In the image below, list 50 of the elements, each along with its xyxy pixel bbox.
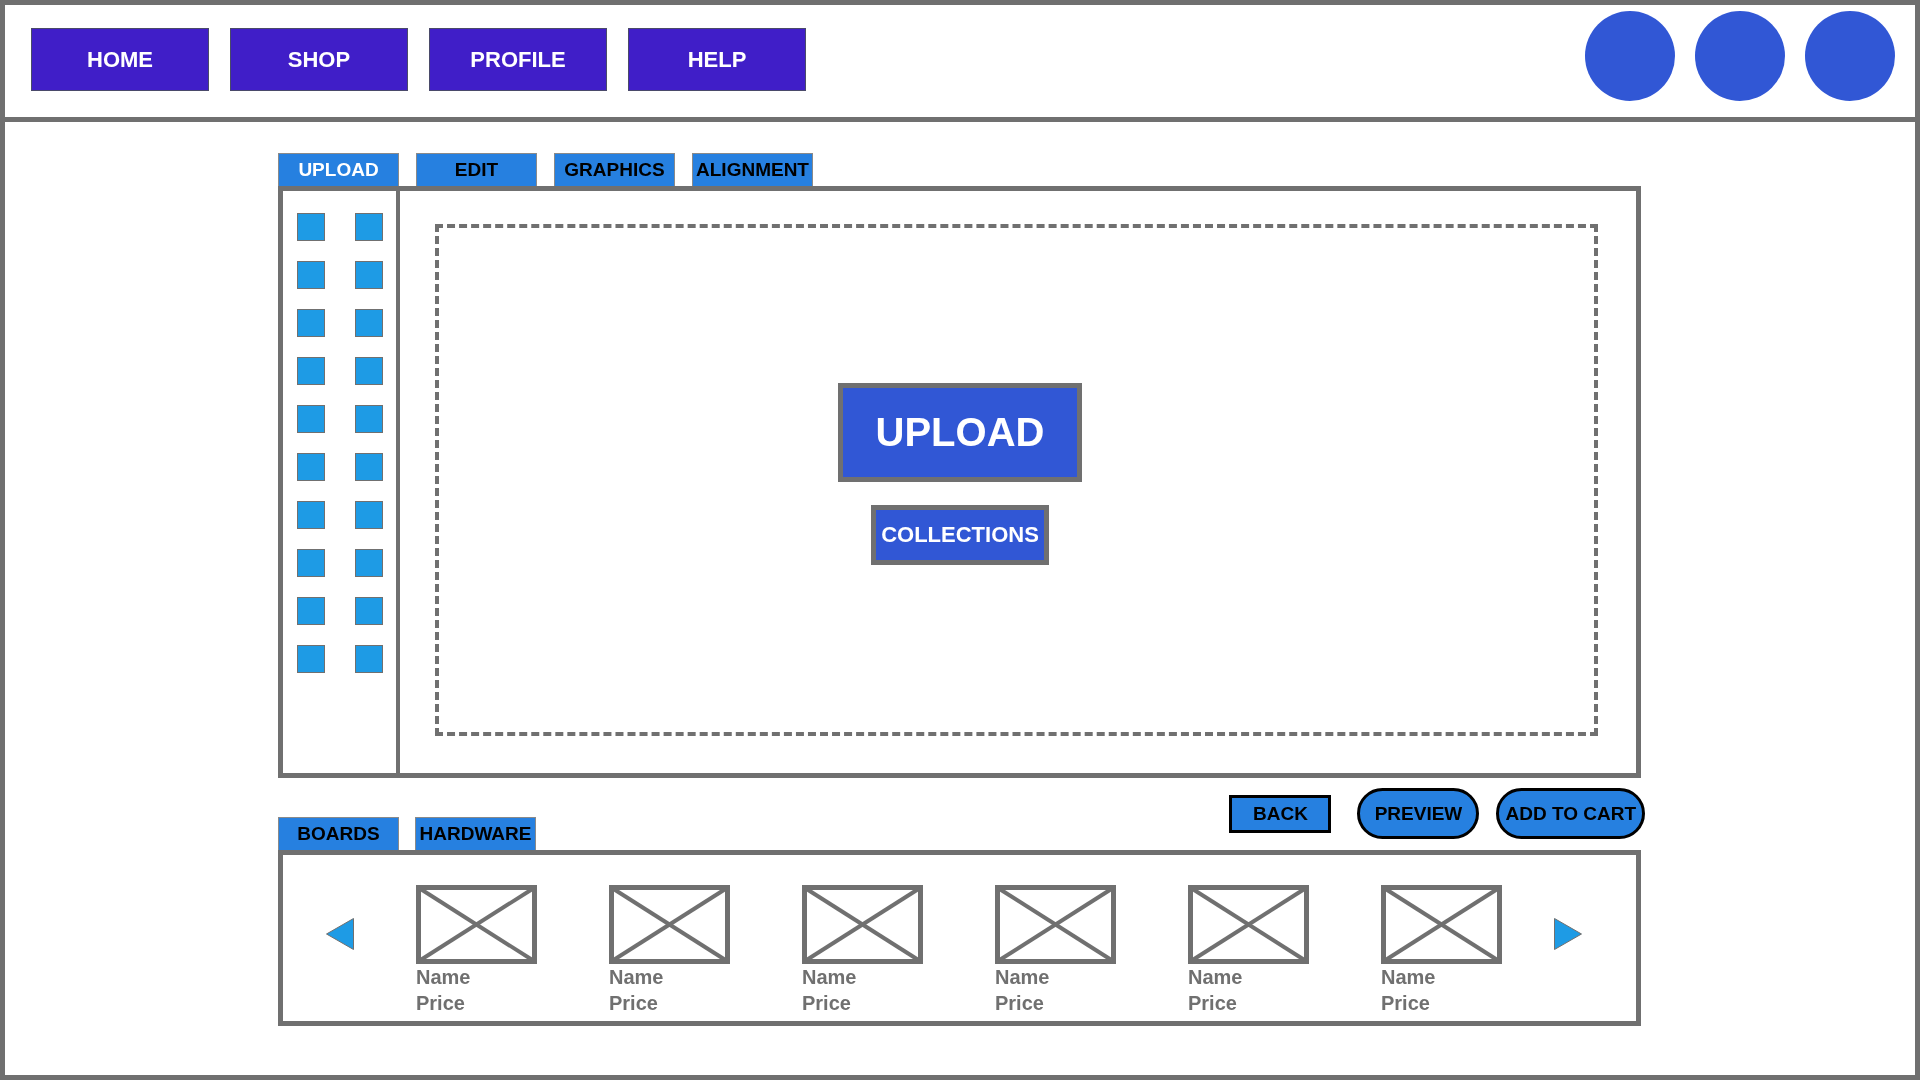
square-icon[interactable] xyxy=(355,453,383,481)
tab[interactable]: UPLOAD xyxy=(278,153,399,186)
category-tab[interactable]: BOARDS xyxy=(278,817,399,850)
tab[interactable]: ALIGNMENT xyxy=(692,153,813,186)
action-button[interactable]: ADD TO CART xyxy=(1496,788,1645,839)
square-icon[interactable] xyxy=(297,357,325,385)
product-name: Name xyxy=(1381,965,1436,990)
nav-button[interactable]: HELP xyxy=(628,28,806,91)
nav-button[interactable]: PROFILE xyxy=(429,28,607,91)
nav-button[interactable]: SHOP xyxy=(230,28,408,91)
product-name: Name xyxy=(1188,965,1243,990)
square-icon[interactable] xyxy=(355,645,383,673)
tab[interactable]: EDIT xyxy=(416,153,537,186)
product-price: Price xyxy=(416,991,465,1016)
action-button[interactable]: PREVIEW xyxy=(1357,788,1480,839)
square-icon[interactable] xyxy=(355,405,383,433)
square-icon[interactable] xyxy=(297,261,325,289)
product-name: Name xyxy=(416,965,471,990)
square-icon[interactable] xyxy=(297,597,325,625)
square-icon[interactable] xyxy=(297,405,325,433)
left-arrow-icon[interactable] xyxy=(326,918,354,950)
right-arrow-icon[interactable] xyxy=(1554,918,1582,950)
collections-button[interactable]: COLLECTIONS xyxy=(871,505,1049,565)
product-name: Name xyxy=(802,965,857,990)
product-name: Name xyxy=(995,965,1050,990)
square-icon[interactable] xyxy=(355,597,383,625)
product-price: Price xyxy=(609,991,658,1016)
product-price: Price xyxy=(1188,991,1237,1016)
upload-drop-zone[interactable]: UPLOAD COLLECTIONS xyxy=(435,224,1598,736)
product-price: Price xyxy=(802,991,851,1016)
square-icon[interactable] xyxy=(355,261,383,289)
square-icon[interactable] xyxy=(297,213,325,241)
square-icon[interactable] xyxy=(355,213,383,241)
tab[interactable]: GRAPHICS xyxy=(554,153,675,186)
nav-button[interactable]: HOME xyxy=(31,28,209,91)
square-icon[interactable] xyxy=(355,309,383,337)
product-price: Price xyxy=(1381,991,1430,1016)
category-tab[interactable]: HARDWARE xyxy=(415,817,536,850)
square-icon[interactable] xyxy=(297,501,325,529)
square-icon[interactable] xyxy=(355,501,383,529)
action-button[interactable]: BACK xyxy=(1229,794,1332,833)
square-icon[interactable] xyxy=(297,453,325,481)
square-icon[interactable] xyxy=(297,645,325,673)
upload-button[interactable]: UPLOAD xyxy=(838,383,1082,482)
product-name: Name xyxy=(609,965,664,990)
square-icon[interactable] xyxy=(355,549,383,577)
product-price: Price xyxy=(995,991,1044,1016)
square-icon[interactable] xyxy=(355,357,383,385)
square-icon[interactable] xyxy=(297,549,325,577)
square-icon[interactable] xyxy=(297,309,325,337)
